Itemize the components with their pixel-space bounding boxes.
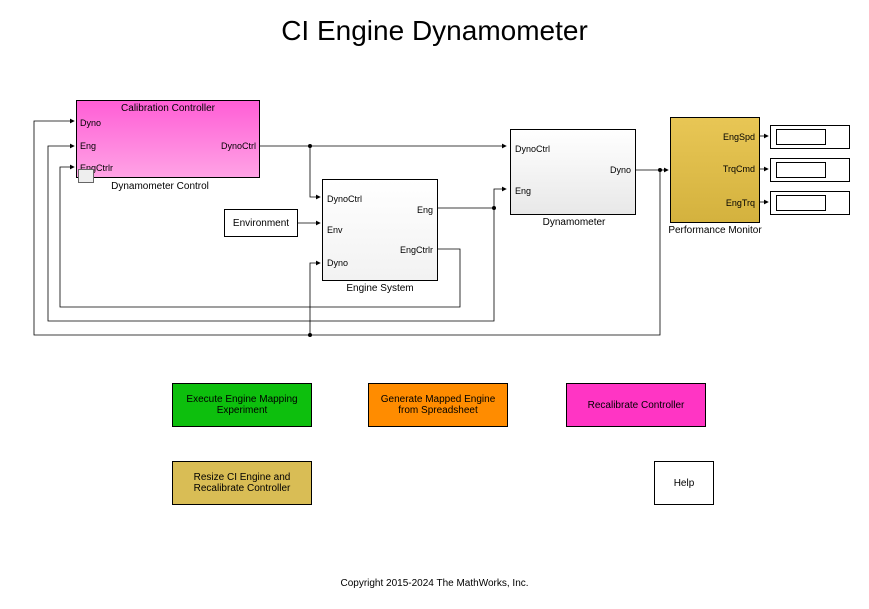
port-engctrlr-out: EngCtrlr (400, 245, 433, 255)
port-engtrq: EngTrq (726, 198, 755, 208)
block-label-dyno-control: Dynamometer Control (110, 181, 210, 192)
environment-block[interactable]: Environment (224, 209, 298, 237)
port-dyno: Dyno (80, 118, 101, 128)
copyright-text: Copyright 2015-2024 The MathWorks, Inc. (0, 578, 869, 589)
block-label-perf-monitor: Performance Monitor (665, 225, 765, 236)
port-eng-out: Eng (417, 205, 433, 215)
block-label-dynamometer: Dynamometer (534, 217, 614, 228)
environment-label: Environment (233, 218, 289, 229)
port-dynoctrl: DynoCtrl (221, 141, 256, 151)
port-trqcmd: TrqCmd (723, 164, 755, 174)
display-engspd[interactable] (770, 125, 850, 149)
page-title: CI Engine Dynamometer (0, 15, 869, 47)
help-button[interactable]: Help (654, 461, 714, 505)
port-env: Env (327, 225, 343, 235)
recalibrate-button[interactable]: Recalibrate Controller (566, 383, 706, 427)
port-engspd: EngSpd (723, 132, 755, 142)
port-eng-in: Eng (515, 186, 531, 196)
resize-engine-button[interactable]: Resize CI Engine and Recalibrate Control… (172, 461, 312, 505)
display-engtrq[interactable] (770, 191, 850, 215)
port-dyno-out: Dyno (610, 165, 631, 175)
block-label-engine-system: Engine System (330, 283, 430, 294)
performance-monitor-block[interactable]: EngSpd TrqCmd EngTrq (670, 117, 760, 223)
execute-mapping-button[interactable]: Execute Engine Mapping Experiment (172, 383, 312, 427)
port-dynoctrl-in2: DynoCtrl (515, 144, 550, 154)
dynamometer-block[interactable]: DynoCtrl Eng Dyno (510, 129, 636, 215)
model-ref-icon (78, 169, 94, 183)
port-dynoctrl-in: DynoCtrl (327, 194, 362, 204)
port-eng: Eng (80, 141, 96, 151)
display-trqcmd[interactable] (770, 158, 850, 182)
port-dyno-in: Dyno (327, 258, 348, 268)
engine-system-block[interactable]: DynoCtrl Env Dyno Eng EngCtrlr (322, 179, 438, 281)
calibration-controller-block[interactable]: Calibration Controller Dyno Eng EngCtrlr… (76, 100, 260, 178)
block-header: Calibration Controller (77, 103, 259, 114)
generate-mapped-button[interactable]: Generate Mapped Engine from Spreadsheet (368, 383, 508, 427)
